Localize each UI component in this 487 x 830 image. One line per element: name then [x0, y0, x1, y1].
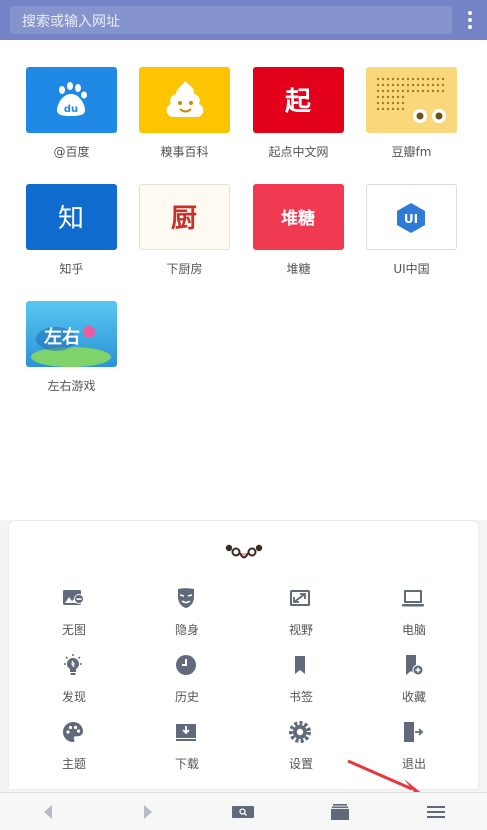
duitang-logo-text: 堆糖 [281, 208, 315, 229]
top-bar: 搜索或输入网址 [0, 0, 487, 40]
shortcut-label: 起点中文网 [268, 145, 329, 159]
lightbulb-icon [64, 654, 82, 675]
shortcut-zhihu[interactable]: 知 [26, 184, 117, 250]
desktop-laptop-icon [402, 590, 424, 607]
quick-menu-panel: 无图 隐身 视野 电脑 发现 历史 书签 收藏 主题 下载 设置 退出 [9, 521, 478, 789]
menu-item-bookmarks[interactable]: 书签 [271, 688, 331, 705]
menu-item-settings[interactable]: 设置 [271, 755, 331, 772]
zuoyou-game-logo-text: 左右 [44, 326, 80, 348]
poop-smiley-icon [166, 81, 204, 117]
shortcut-label: 豆瓣fm [391, 145, 432, 159]
search-placeholder: 搜索或输入网址 [22, 14, 120, 30]
shortcut-zuoyou-game[interactable]: 左右 [26, 301, 117, 367]
shortcut-douban-fm[interactable] [366, 67, 457, 133]
menu-hamburger-icon[interactable] [426, 803, 446, 821]
menu-item-download[interactable]: 下载 [157, 755, 217, 772]
palette-icon [63, 722, 83, 742]
bookmark-icon [295, 656, 305, 674]
bottom-toolbar [0, 792, 487, 830]
settings-gear-icon [289, 721, 311, 743]
menu-item-discover[interactable]: 发现 [44, 688, 104, 705]
add-favorite-icon [406, 655, 424, 676]
shortcut-baidu[interactable]: du [26, 67, 117, 133]
xiachufang-logo-text: 厨 [171, 204, 197, 234]
shortcut-label: 下厨房 [166, 262, 203, 276]
search-input[interactable]: 搜索或输入网址 [10, 6, 452, 34]
zhihu-logo-text: 知 [58, 204, 84, 234]
menu-item-no-image[interactable]: 无图 [44, 621, 104, 638]
no-image-icon [63, 590, 84, 605]
fullscreen-icon [290, 590, 310, 606]
menu-item-history[interactable]: 历史 [157, 688, 217, 705]
tabs-icon[interactable] [330, 803, 350, 821]
search-page-icon[interactable] [231, 803, 255, 821]
menu-item-theme[interactable]: 主题 [44, 755, 104, 772]
exit-icon [404, 722, 424, 742]
shortcut-xiachufang[interactable]: 厨 [139, 184, 230, 250]
download-icon [176, 724, 196, 741]
radio-icon [376, 77, 446, 123]
menu-item-view[interactable]: 视野 [271, 621, 331, 638]
shortcut-label: @百度 [53, 145, 90, 159]
shortcut-label: 糗事百科 [160, 145, 209, 159]
speed-dial-area: du @百度 糗事百科 起 起点中文网 豆瓣fm 知 知乎 厨 下厨房 堆糖 堆… [0, 40, 487, 520]
svg-text:du: du [64, 104, 78, 115]
back-arrow-icon[interactable] [40, 803, 60, 821]
menu-item-desktop[interactable]: 电脑 [384, 621, 444, 638]
shortcut-label: 知乎 [59, 262, 84, 276]
qidian-logo-text: 起 [285, 87, 312, 117]
history-clock-icon [176, 655, 196, 675]
shortcut-duitang[interactable]: 堆糖 [253, 184, 344, 250]
menu-item-incognito[interactable]: 隐身 [157, 621, 217, 638]
baidu-paw-icon: du [57, 82, 87, 116]
forward-arrow-icon[interactable] [138, 803, 158, 821]
shortcut-qiushibaike[interactable] [139, 67, 230, 133]
shortcut-label: UI中国 [393, 262, 430, 276]
more-menu-icon[interactable] [462, 8, 478, 32]
menu-item-favorites[interactable]: 收藏 [384, 688, 444, 705]
incognito-mask-icon [178, 588, 194, 608]
shortcut-qidian[interactable]: 起 [253, 67, 344, 133]
shortcut-label: 左右游戏 [47, 379, 96, 393]
cute-face-icon [225, 544, 263, 559]
shortcut-label: 堆糖 [286, 262, 311, 276]
shortcut-ui-china[interactable]: UI [366, 184, 457, 250]
ui-china-logo-text: UI [404, 212, 418, 226]
